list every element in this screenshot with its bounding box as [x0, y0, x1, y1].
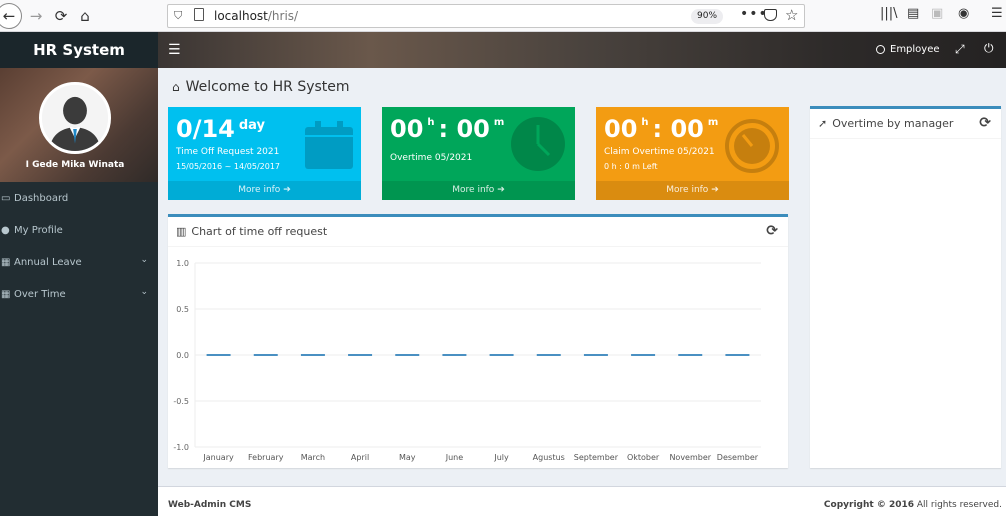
overtime-box: 00 h: 00 m Overtime 05/2021 More info ➔	[382, 107, 575, 200]
sidebar-item-my-profile[interactable]: ● My Profile	[0, 214, 158, 246]
x-tick-label: Agustus	[533, 453, 565, 462]
x-tick-label: Desember	[717, 453, 759, 462]
fullscreen-icon[interactable]: ⤢	[955, 42, 965, 57]
refresh-icon[interactable]: ⟳	[979, 115, 991, 131]
claim-overtime-value: 00 h: 00 m	[604, 115, 719, 143]
chevron-down-icon: ⌄	[140, 255, 148, 265]
y-tick-label: -1.0	[173, 443, 189, 452]
time-off-label: Time Off Request 2021	[176, 147, 280, 157]
user-name: I Gede Mika Winata	[25, 160, 125, 170]
sidebar-item-over-time[interactable]: ▦ Over Time ⌄	[0, 278, 158, 310]
overtime-more-info-link[interactable]: More info ➔	[382, 181, 575, 200]
user-menu-label: Employee	[890, 44, 940, 55]
calendar-icon: ▦	[1, 288, 11, 300]
circle-icon	[876, 45, 885, 54]
sidebar-item-dashboard[interactable]: ▭ Dashboard	[0, 182, 158, 214]
x-tick-label: November	[669, 453, 711, 462]
time-off-value: 0/14 day	[176, 115, 266, 143]
sidebar-item-label: Dashboard	[14, 192, 69, 204]
sidebar-item-annual-leave[interactable]: ▦ Annual Leave ⌄	[0, 246, 158, 278]
monitor-icon: ▭	[1, 192, 11, 204]
claim-overtime-box: 00 h: 00 m Claim Overtime 05/2021 0 h : 0 …	[596, 107, 789, 200]
y-tick-label: 1.0	[176, 259, 189, 268]
x-tick-label: January	[202, 453, 234, 462]
x-tick-label: April	[351, 453, 369, 462]
avatar	[39, 82, 111, 154]
power-icon[interactable]: ⏻	[984, 41, 994, 56]
claim-overtime-more-info-link[interactable]: More info ➔	[596, 181, 789, 200]
zoom-indicator[interactable]: 90%	[691, 9, 724, 24]
bar-chart-icon: ▥	[176, 225, 187, 238]
user-menu[interactable]: Employee	[876, 44, 940, 55]
sidebar-item-label: My Profile	[14, 224, 63, 236]
top-header: ☰ Employee ⤢ ⏻	[158, 32, 1006, 68]
time-off-box: 0/14 day Time Off Request 2021 15/05/2016…	[168, 107, 361, 200]
overtime-label: Overtime 05/2021	[390, 153, 473, 163]
pocket-icon[interactable]	[764, 9, 777, 21]
bookmark-star-icon[interactable]: ☆	[785, 6, 798, 24]
back-button[interactable]: ←	[0, 3, 22, 29]
x-tick-label: May	[399, 453, 416, 462]
refresh-icon[interactable]: ⟳	[766, 223, 778, 239]
sidebar-toggle-icon[interactable]: ▤	[907, 6, 919, 21]
clock-icon	[511, 117, 565, 171]
overtime-by-manager-panel: ➚ Overtime by manager ⟳	[810, 106, 1001, 468]
chart-panel-title: ▥ Chart of time off request	[176, 225, 328, 238]
time-off-chart-panel: ▥ Chart of time off request ⟳ 1.0 0.5 0.0 -…	[168, 214, 788, 468]
time-off-more-info-link[interactable]: More info ➔	[168, 181, 361, 200]
footer-brand: Web-Admin CMS	[168, 500, 252, 510]
footer-copyright: Copyright © 2016 All rights reserved.	[823, 500, 1002, 510]
time-off-period: 15/05/2016 ~ 14/05/2017	[176, 162, 281, 171]
menu-icon[interactable]: ☰	[991, 6, 1003, 21]
stopwatch-icon	[725, 119, 779, 173]
y-tick-label: 0.5	[176, 305, 189, 314]
x-tick-label: July	[493, 453, 509, 462]
claim-overtime-label: Claim Overtime 05/2021	[604, 147, 715, 157]
extension-icon[interactable]: ▣	[931, 6, 943, 21]
x-tick-label: June	[445, 453, 464, 462]
claim-overtime-left: 0 h : 0 m Left	[604, 162, 658, 171]
address-bar[interactable]: ⛉ localhost/hris/ 90% ••• ☆	[167, 4, 805, 28]
user-icon: ●	[1, 224, 10, 236]
app-logo[interactable]: HR System	[0, 32, 158, 68]
sidebar-item-label: Annual Leave	[14, 256, 82, 268]
home-icon: ⌂	[172, 80, 180, 94]
home-button[interactable]: ⌂	[74, 5, 96, 27]
y-tick-label: -0.5	[173, 397, 189, 406]
y-tick-label: 0.0	[176, 351, 189, 360]
page-title: ⌂ Welcome to HR System	[172, 79, 350, 95]
account-icon[interactable]: ◉	[958, 6, 969, 21]
x-tick-label: February	[248, 453, 284, 462]
library-icon[interactable]: |||\	[880, 6, 898, 21]
x-tick-label: March	[301, 453, 325, 462]
time-off-unit: day	[238, 118, 266, 133]
page-icon	[194, 8, 204, 21]
forward-button[interactable]: →	[25, 5, 47, 27]
rocket-icon: ➚	[818, 117, 828, 130]
time-off-line-chart: 1.0 0.5 0.0 -0.5 -1.0 January February March Apr…	[173, 259, 761, 462]
calendar-icon	[305, 121, 353, 169]
url-text[interactable]: localhost/hris/	[214, 9, 298, 23]
user-panel: I Gede Mika Winata	[0, 68, 158, 182]
reload-button[interactable]: ⟳	[50, 5, 72, 27]
x-tick-label: Oktober	[627, 453, 660, 462]
x-tick-label: September	[574, 453, 619, 462]
sidebar-toggle-button[interactable]: ☰	[168, 42, 181, 58]
sidebar: HR System I Gede Mika Winata ▭ Dashboard…	[0, 32, 158, 516]
browser-toolbar: ← → ⟳ ⌂ ⛉ localhost/hris/ 90% ••• ☆ |||\…	[0, 0, 1006, 32]
sidebar-item-label: Over Time	[14, 288, 66, 300]
calendar-icon: ▦	[1, 256, 11, 268]
chevron-down-icon: ⌄	[140, 287, 148, 297]
manager-panel-title: ➚ Overtime by manager	[818, 117, 954, 130]
page-footer: Web-Admin CMS Copyright © 2016 All right…	[158, 486, 1006, 516]
shield-icon[interactable]: ⛉	[174, 9, 182, 23]
overtime-value: 00 h: 00 m	[390, 115, 505, 143]
